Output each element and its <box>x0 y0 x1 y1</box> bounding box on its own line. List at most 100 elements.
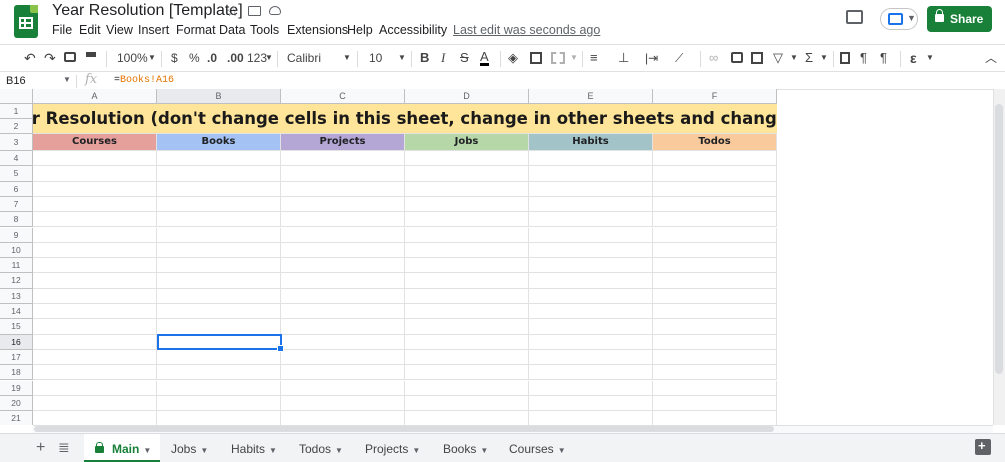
cell[interactable] <box>281 227 405 243</box>
insert-comment-icon[interactable] <box>731 52 743 63</box>
header-cell-projects[interactable]: Projects <box>281 134 405 151</box>
formula-input[interactable]: =Books!A16 <box>114 75 174 86</box>
increase-decimals-button[interactable]: .00 <box>227 50 244 66</box>
cell[interactable] <box>157 196 281 213</box>
header-cell-habits[interactable]: Habits <box>529 134 653 151</box>
cell[interactable] <box>33 380 157 396</box>
cell[interactable] <box>405 365 529 381</box>
star-icon[interactable]: ☆ <box>226 3 239 20</box>
row-header-4[interactable]: 4 <box>0 151 33 167</box>
menu-data[interactable]: Data <box>219 23 245 37</box>
column-header-f[interactable]: F <box>653 89 777 104</box>
cell[interactable] <box>281 273 405 289</box>
borders-icon[interactable] <box>530 52 542 64</box>
tab-books[interactable]: Books ▼ <box>443 434 488 462</box>
row-header-11[interactable]: 11 <box>0 258 33 274</box>
cell[interactable] <box>157 380 281 396</box>
currency-format-button[interactable]: $ <box>171 50 178 66</box>
spreadsheet-grid[interactable]: A B C D E F 1 2 3 Courses Books Projects Jobs H… <box>0 89 777 425</box>
cell[interactable] <box>33 166 157 182</box>
tab-projects[interactable]: Projects ▼ <box>365 434 420 462</box>
cell[interactable] <box>405 196 529 213</box>
all-sheets-icon[interactable]: ≣ <box>58 439 70 456</box>
cell[interactable] <box>529 181 653 197</box>
cell[interactable] <box>281 365 405 381</box>
column-header-b[interactable]: B <box>157 89 281 104</box>
menu-extensions[interactable]: Extensions <box>287 23 348 37</box>
cell[interactable] <box>653 242 777 259</box>
cell[interactable] <box>157 181 281 197</box>
ltr-paragraph-icon[interactable]: ¶ <box>860 50 867 66</box>
horizontal-scroll-thumb[interactable] <box>34 426 774 432</box>
cell[interactable] <box>529 380 653 396</box>
cell[interactable] <box>405 395 529 412</box>
text-color-icon[interactable]: A <box>480 50 489 66</box>
row-header-8[interactable]: 8 <box>0 212 33 228</box>
cell[interactable] <box>653 411 777 425</box>
cell[interactable] <box>653 227 777 243</box>
cell[interactable] <box>157 166 281 182</box>
menu-file[interactable]: File <box>52 23 72 37</box>
cell[interactable] <box>405 288 529 304</box>
banner-cell[interactable]: Year Resolution (don't change cells in t… <box>33 104 777 134</box>
row-header-21[interactable]: 21 <box>0 411 33 425</box>
cell[interactable] <box>653 288 777 304</box>
cell[interactable] <box>529 304 653 320</box>
cloud-status-icon[interactable] <box>269 6 281 15</box>
text-wrapping-icon[interactable]: |⇥ <box>645 50 658 66</box>
header-cell-jobs[interactable]: Jobs <box>405 134 529 151</box>
merge-cells-icon[interactable] <box>551 52 565 64</box>
document-title[interactable]: Year Resolution [Template] <box>52 2 243 20</box>
cell[interactable] <box>529 212 653 228</box>
cell[interactable] <box>529 258 653 274</box>
text-rotation-icon[interactable]: ⟋ <box>675 50 683 66</box>
print-icon[interactable] <box>64 52 76 62</box>
bold-icon[interactable]: B <box>420 50 429 66</box>
cell[interactable] <box>281 395 405 412</box>
cell[interactable] <box>405 411 529 425</box>
cell[interactable] <box>33 304 157 320</box>
sheets-logo[interactable] <box>14 5 38 38</box>
name-box[interactable]: B16 <box>6 75 26 87</box>
cell[interactable] <box>529 227 653 243</box>
cell[interactable] <box>157 395 281 412</box>
cell[interactable] <box>405 151 529 167</box>
cell[interactable] <box>653 196 777 213</box>
cell[interactable] <box>653 166 777 182</box>
menu-format[interactable]: Format <box>176 23 216 37</box>
row-header-13[interactable]: 13 <box>0 288 33 304</box>
cell[interactable] <box>33 242 157 259</box>
cell[interactable] <box>653 349 777 366</box>
cell[interactable] <box>653 151 777 167</box>
equation-icon[interactable]: ε <box>910 50 917 66</box>
cell[interactable] <box>405 166 529 182</box>
font-size-select[interactable]: 10 <box>369 50 382 66</box>
cell[interactable] <box>157 319 281 335</box>
menu-tools[interactable]: Tools <box>250 23 279 37</box>
cell[interactable] <box>405 212 529 228</box>
chevron-down-icon[interactable]: ▼ <box>63 75 71 84</box>
cell[interactable] <box>281 349 405 366</box>
cell[interactable] <box>405 334 529 350</box>
row-header-2[interactable]: 2 <box>0 119 33 134</box>
cell[interactable] <box>281 196 405 213</box>
cell[interactable] <box>157 365 281 381</box>
cell[interactable] <box>33 334 157 350</box>
cell[interactable] <box>529 288 653 304</box>
cell[interactable] <box>157 288 281 304</box>
header-cell-todos[interactable]: Todos <box>653 134 777 151</box>
row-header-9[interactable]: 9 <box>0 227 33 243</box>
cell[interactable] <box>33 196 157 213</box>
column-header-a[interactable]: A <box>33 89 157 104</box>
cell[interactable] <box>653 380 777 396</box>
cell[interactable] <box>529 365 653 381</box>
cell[interactable] <box>157 273 281 289</box>
add-sheet-icon[interactable]: + <box>36 439 45 457</box>
font-select[interactable]: Calibri <box>287 50 321 66</box>
cell[interactable] <box>157 349 281 366</box>
row-header-20[interactable]: 20 <box>0 395 33 412</box>
filter-icon[interactable]: ▽ <box>773 50 783 66</box>
cell[interactable] <box>33 365 157 381</box>
cell[interactable] <box>529 411 653 425</box>
column-header-c[interactable]: C <box>281 89 405 104</box>
